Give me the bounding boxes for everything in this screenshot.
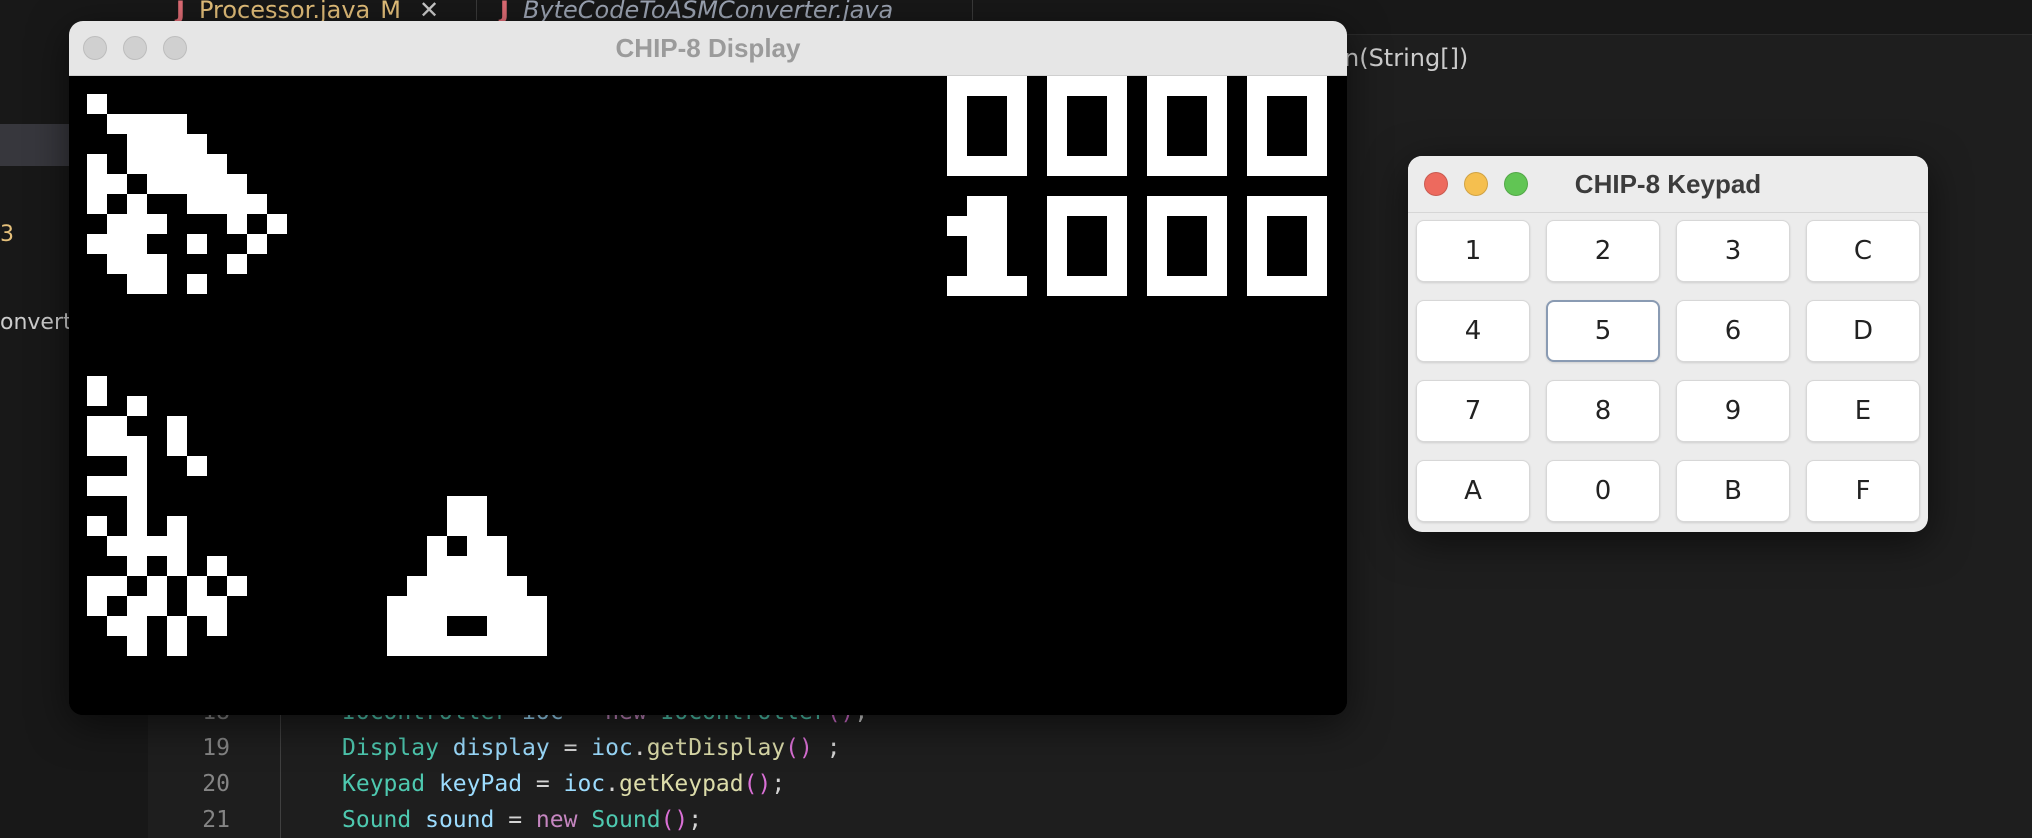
key-b-button[interactable]: B: [1676, 460, 1790, 522]
code-token: =: [549, 735, 592, 761]
chip8-display-window: CHIP-8 Display: [69, 21, 1347, 715]
close-button[interactable]: [83, 36, 107, 60]
code-token: ;: [688, 807, 703, 833]
code-token: (): [660, 807, 689, 833]
explorer-item-fragment[interactable]: 3: [0, 222, 14, 247]
keypad-window-title: CHIP-8 Keypad: [1574, 168, 1762, 199]
key-0-button[interactable]: 0: [1546, 460, 1660, 522]
code-line[interactable]: 19 Display display = ioc. getDisplay() ;: [150, 730, 841, 766]
key-a-button[interactable]: A: [1416, 460, 1530, 522]
key-6-button[interactable]: 6: [1676, 300, 1790, 362]
code-line[interactable]: 21 Sound sound = new Sound();: [150, 802, 702, 838]
minimize-button[interactable]: [123, 36, 147, 60]
key-5-button[interactable]: 5: [1546, 300, 1660, 362]
key-7-button[interactable]: 7: [1416, 380, 1530, 442]
key-d-button[interactable]: D: [1806, 300, 1920, 362]
tab-processor-java[interactable]: J Processor.java M ✕: [176, 0, 439, 24]
code-token: Sound: [342, 807, 412, 833]
code-token: Keypad: [342, 771, 426, 797]
display-window-title: CHIP-8 Display: [615, 32, 801, 63]
code-token: Sound: [591, 807, 661, 833]
code-token: Display: [342, 735, 439, 761]
code-token: new: [535, 807, 578, 833]
line-number: 21: [202, 807, 230, 833]
key-2-button[interactable]: 2: [1546, 220, 1660, 282]
keypad-grid: 123C 456D 789E A0BF: [1416, 220, 1920, 522]
key-1-button[interactable]: 1: [1416, 220, 1530, 282]
close-button[interactable]: [1424, 172, 1448, 196]
code-token: (): [743, 771, 772, 797]
code-token: =: [494, 807, 536, 833]
code-token: ;: [771, 771, 786, 797]
code-token: ioc: [591, 735, 633, 761]
code-token: keyPad: [438, 771, 523, 797]
key-3-button[interactable]: 3: [1676, 220, 1790, 282]
chip8-keypad-window: CHIP-8 Keypad 123C 456D 789E A0BF: [1408, 156, 1928, 532]
code-token: ;: [812, 735, 841, 761]
code-token: ioc: [563, 771, 606, 797]
tab-bytecode-converter[interactable]: J ByteCodeToASMConverter.java: [500, 0, 893, 24]
window-controls: [1424, 156, 1544, 212]
key-e-button[interactable]: E: [1806, 380, 1920, 442]
minimize-button[interactable]: [1464, 172, 1488, 196]
key-c-button[interactable]: C: [1806, 220, 1920, 282]
line-number: 20: [202, 771, 230, 797]
code-token: getKeypad: [619, 771, 744, 797]
key-8-button[interactable]: 8: [1546, 380, 1660, 442]
code-token: .: [632, 735, 647, 761]
breadcrumb[interactable]: n(String[]): [1344, 44, 1468, 72]
code-line[interactable]: 20 Keypad keyPad = ioc. getKeypad();: [150, 766, 785, 802]
code-token: =: [522, 771, 564, 797]
pixel-canvas: [69, 76, 1347, 715]
keypad-title-bar[interactable]: CHIP-8 Keypad: [1408, 156, 1928, 213]
window-controls: [83, 21, 203, 75]
display-title-bar[interactable]: CHIP-8 Display: [69, 21, 1347, 76]
code-token: (): [785, 735, 813, 761]
tab-divider: [476, 0, 477, 20]
zoom-button[interactable]: [1504, 172, 1528, 196]
key-f-button[interactable]: F: [1806, 460, 1920, 522]
code-token: display: [452, 735, 550, 761]
line-number: 19: [202, 735, 230, 761]
key-9-button[interactable]: 9: [1676, 380, 1790, 442]
chip8-screen: [69, 76, 1347, 715]
explorer-selection-highlight: [0, 124, 70, 166]
code-token: .: [605, 771, 619, 797]
code-token: sound: [425, 807, 495, 833]
code-token: getDisplay: [646, 735, 786, 761]
key-4-button[interactable]: 4: [1416, 300, 1530, 362]
tab-divider: [972, 0, 973, 20]
zoom-button[interactable]: [163, 36, 187, 60]
